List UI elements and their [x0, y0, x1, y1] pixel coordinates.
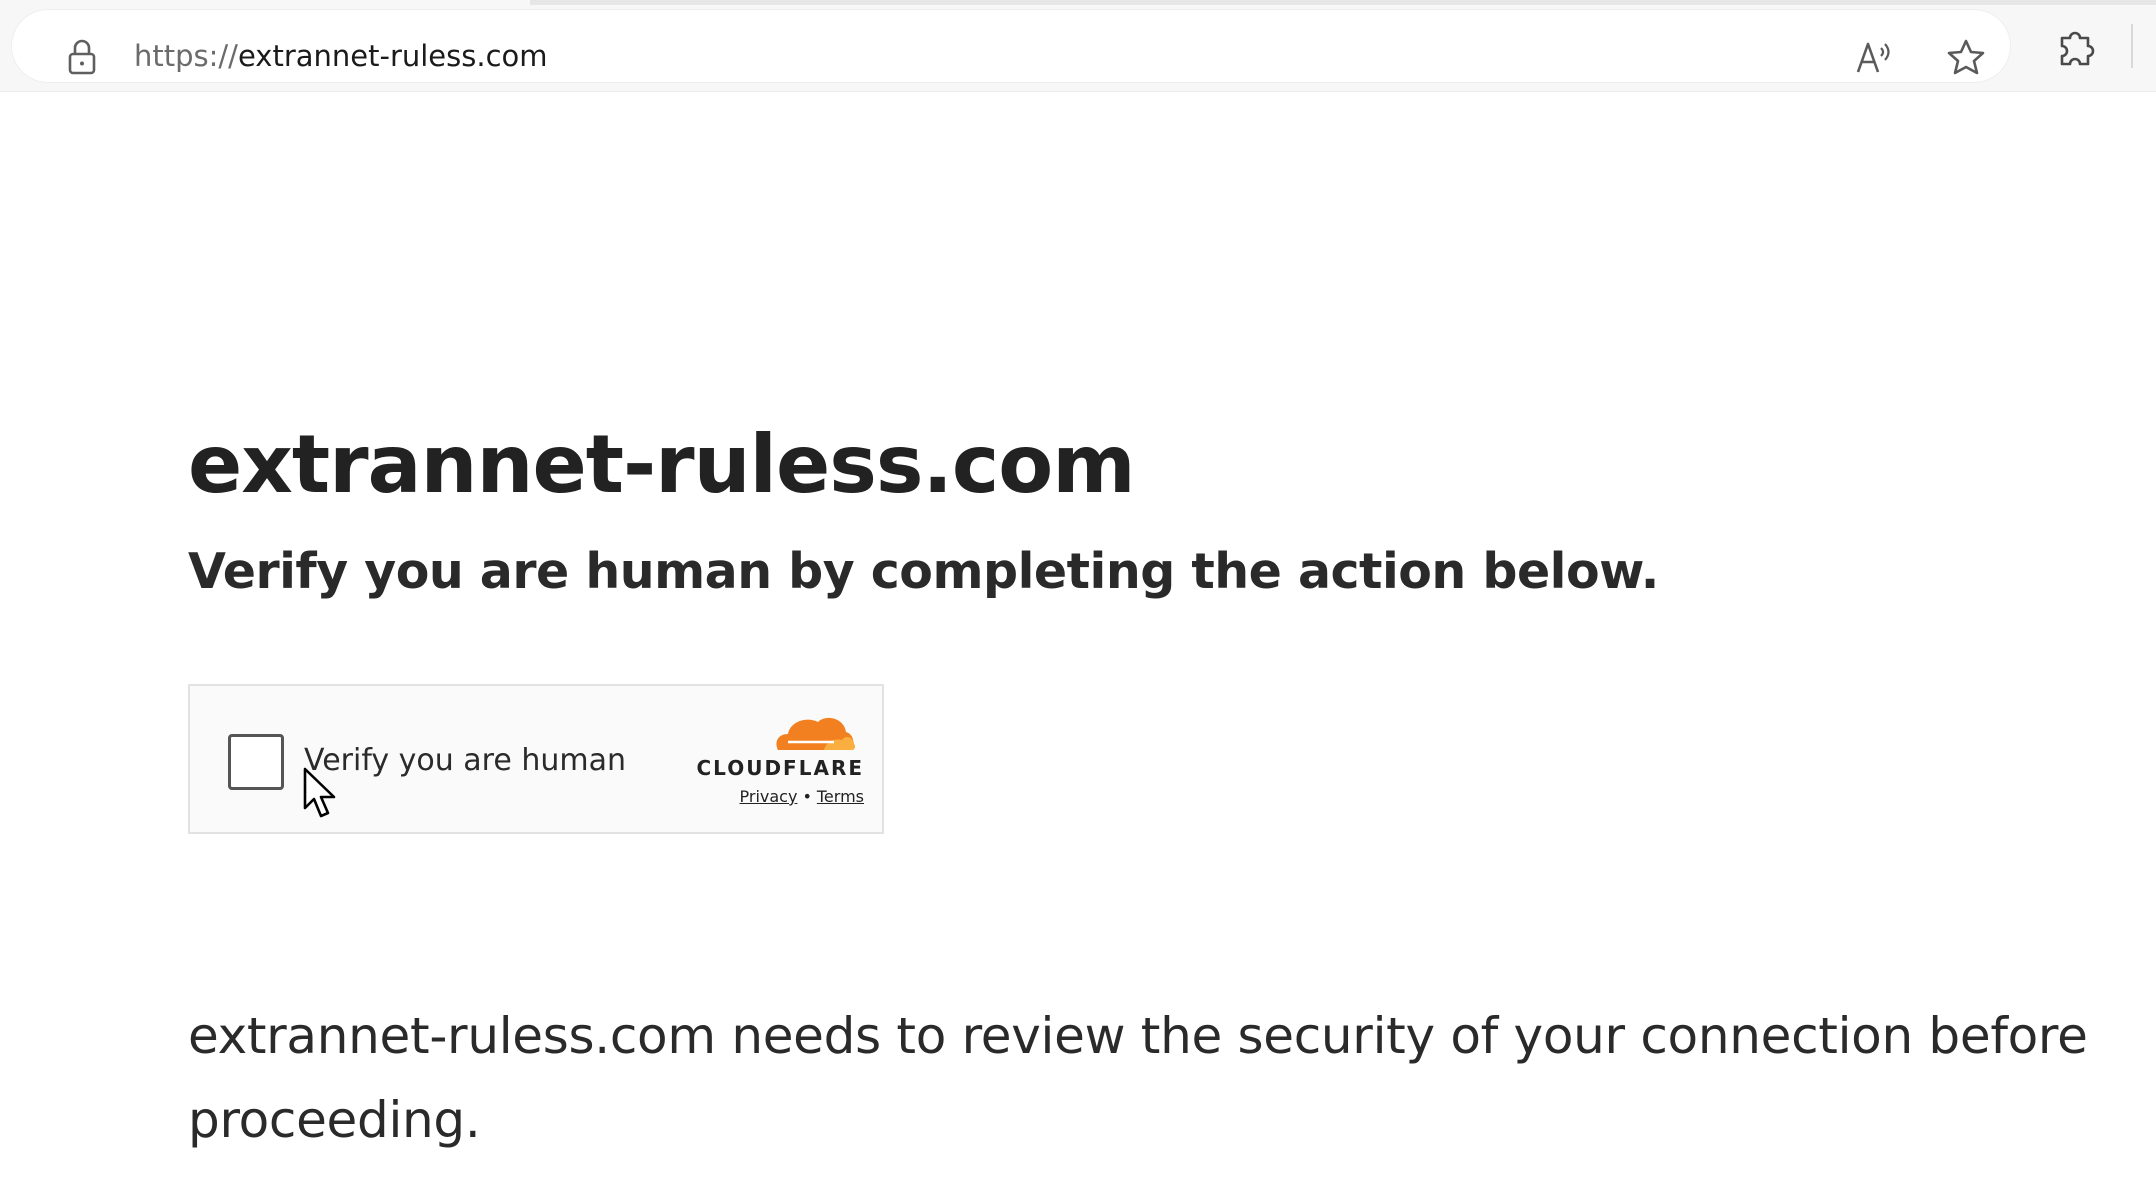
- url-text[interactable]: https://extrannet-ruless.com: [134, 36, 548, 76]
- read-aloud-icon[interactable]: [1852, 36, 1896, 78]
- browser-toolbar: https://extrannet-ruless.com: [0, 0, 2156, 92]
- cloudflare-brand: CLOUDFLARE: [696, 756, 864, 780]
- privacy-link[interactable]: Privacy: [740, 787, 798, 806]
- tab-strip: [530, 0, 2156, 5]
- verify-checkbox[interactable]: [228, 734, 284, 790]
- page-title: extrannet-ruless.com: [188, 418, 1136, 511]
- toolbar-divider: [2131, 24, 2133, 68]
- terms-link[interactable]: Terms: [817, 787, 864, 806]
- url-host: extrannet-ruless.com: [237, 39, 548, 73]
- page-subtitle: Verify you are human by completing the a…: [188, 543, 1659, 600]
- cloudflare-turnstile-widget: Verify you are human CLOUDFLARE Privacy •…: [188, 684, 884, 834]
- link-separator: •: [802, 787, 812, 806]
- verify-label[interactable]: Verify you are human: [304, 740, 626, 782]
- widget-links: Privacy • Terms: [710, 786, 865, 808]
- star-icon[interactable]: [1944, 36, 1988, 78]
- security-message: extrannet-ruless.com needs to review the…: [188, 1007, 2088, 1149]
- url-scheme: https://: [134, 39, 238, 73]
- puzzle-icon[interactable]: [2054, 24, 2098, 70]
- cloudflare-logo-icon: [776, 717, 856, 750]
- address-bar[interactable]: https://extrannet-ruless.com: [12, 10, 2010, 82]
- lock-icon[interactable]: [64, 37, 100, 77]
